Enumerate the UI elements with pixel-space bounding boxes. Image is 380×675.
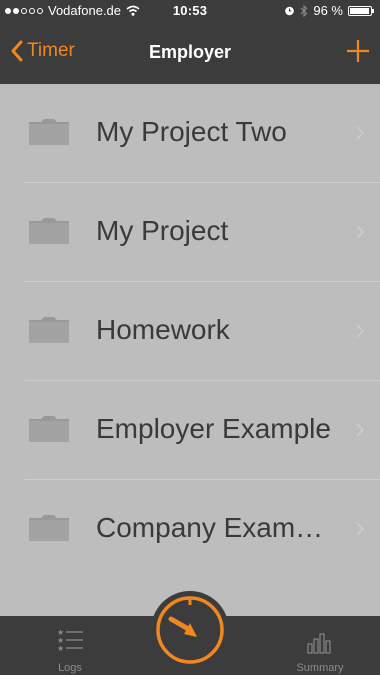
navigation-bar: Timer Employer [0, 22, 380, 84]
list-item[interactable]: Homework [0, 282, 380, 381]
bar-chart-icon [307, 633, 331, 654]
page-title: Employer [148, 42, 232, 62]
alarm-icon [285, 6, 295, 16]
list-item[interactable]: Employer Example [0, 381, 380, 480]
chevron-right-icon [356, 225, 364, 239]
status-bar: Vodafone.de 10:53 96 % [0, 0, 380, 22]
battery-percent: 96 % [313, 3, 343, 18]
folder-icon [29, 218, 69, 244]
plus-icon [347, 40, 369, 62]
chevron-right-icon [356, 324, 364, 338]
folder-icon [29, 416, 69, 442]
chevron-right-icon [356, 522, 364, 536]
folder-icon [29, 515, 69, 541]
project-list: My Project Two My Project Homework Emplo… [0, 84, 380, 579]
list-item-label: Employer Example [96, 413, 331, 444]
tab-summary-label: Summary [296, 662, 344, 674]
list-item[interactable]: My Project Two [0, 84, 380, 183]
svg-text:★: ★ [57, 644, 64, 653]
tab-summary[interactable]: Summary [260, 616, 380, 675]
tab-logs-label: Logs [58, 662, 82, 674]
chevron-right-icon [356, 126, 364, 140]
tab-logs[interactable]: ★ ★ ★ Logs [10, 616, 130, 675]
list-item-label: My Project [96, 215, 229, 246]
folder-icon [29, 317, 69, 343]
list-item-label: My Project Two [96, 116, 287, 147]
list-item[interactable]: Company Exam… [0, 480, 380, 579]
battery-icon [348, 5, 374, 16]
bluetooth-icon [300, 4, 308, 17]
folder-icon [29, 119, 69, 145]
add-button[interactable] [346, 39, 370, 63]
app-screen: Vodafone.de 10:53 96 % Timer Employer My… [0, 0, 380, 675]
list-item-label: Company Exam… [96, 512, 324, 543]
timer-button[interactable] [150, 590, 230, 670]
chevron-right-icon [356, 423, 364, 437]
list-stars-icon: ★ ★ ★ [57, 628, 83, 653]
list-item-label: Homework [96, 314, 230, 345]
list-item[interactable]: My Project [0, 183, 380, 282]
